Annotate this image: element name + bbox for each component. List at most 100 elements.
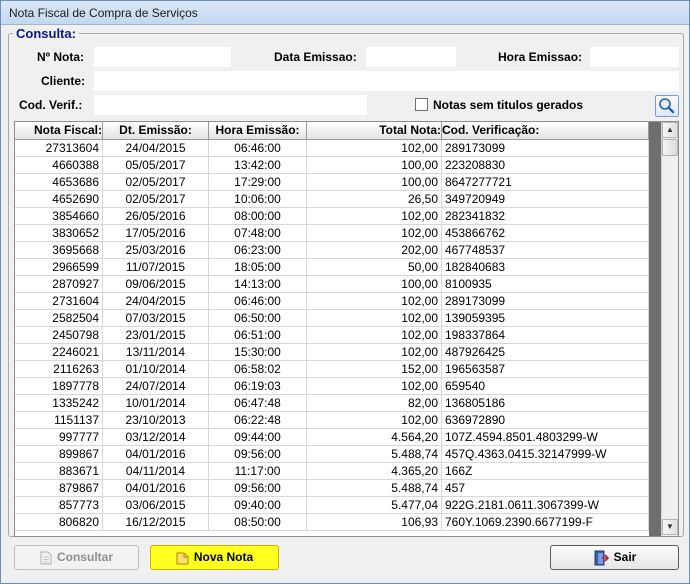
table-row[interactable]: 4653686 02/05/2017 17:29:00 100,00 864727772… <box>15 174 649 191</box>
table-row[interactable]: 899867 04/01/2016 09:56:00 5.488,74 457Q.436… <box>15 446 649 463</box>
table-row[interactable]: 27313604 24/04/2015 06:46:00 102,00 28917309… <box>15 140 649 157</box>
cod-verificacao-cell: 922G.2181.0611.3067399-W <box>442 497 649 514</box>
table-row[interactable]: 4660388 05/05/2017 13:42:00 100,00 223208830 <box>15 157 649 174</box>
dt-emissao-cell: 17/05/2016 <box>103 225 209 242</box>
nota-input[interactable] <box>94 47 231 67</box>
table-row[interactable]: 2246021 13/11/2014 15:30:00 102,00 487926425 <box>15 344 649 361</box>
consultar-button[interactable]: Consultar <box>14 545 139 570</box>
grid-header: Nota Fiscal: Dt. Emissão: Hora Emissão: … <box>15 122 649 140</box>
cod-verificacao-cell: 636972890 <box>442 412 649 429</box>
consultar-label: Consultar <box>56 550 113 564</box>
search-button[interactable] <box>655 95 679 117</box>
sair-label: Sair <box>613 550 637 564</box>
cod-verificacao-cell: 289173099 <box>442 293 649 310</box>
cliente-input[interactable] <box>94 71 679 91</box>
cod-verificacao-cell: 107Z.4594.8501.4803299-W <box>442 429 649 446</box>
table-row[interactable]: 1151137 23/10/2013 06:22:48 102,00 636972890 <box>15 412 649 429</box>
scroll-down-arrow-icon[interactable]: ▼ <box>662 519 678 535</box>
dt-emissao-cell: 02/05/2017 <box>103 174 209 191</box>
column-header-total-nota[interactable]: Total Nota: <box>307 122 442 140</box>
data-emissao-label: Data Emissao: <box>274 50 357 64</box>
notas-sem-titulos-checkbox[interactable] <box>415 98 428 111</box>
table-row[interactable]: 2966599 11/07/2015 18:05:00 50,00 182840683 <box>15 259 649 276</box>
nota-fiscal-cell: 2870927 <box>15 276 103 293</box>
cod-verificacao-cell: 8647277721 <box>442 174 649 191</box>
table-row[interactable]: 879867 04/01/2016 09:56:00 5.488,74 457 <box>15 480 649 497</box>
table-row[interactable]: 2870927 09/06/2015 14:13:00 100,00 8100935 <box>15 276 649 293</box>
table-row[interactable]: 857773 03/06/2015 09:40:00 5.477,04 922G.218… <box>15 497 649 514</box>
total-nota-cell: 102,00 <box>307 344 442 361</box>
nova-nota-button[interactable]: Nova Nota <box>150 545 279 570</box>
dt-emissao-cell: 25/03/2016 <box>103 242 209 259</box>
hora-emissao-cell: 07:48:00 <box>209 225 307 242</box>
dt-emissao-cell: 01/10/2014 <box>103 361 209 378</box>
hora-emissao-cell: 06:58:02 <box>209 361 307 378</box>
cod-verificacao-cell: 487926425 <box>442 344 649 361</box>
dt-emissao-cell: 04/01/2016 <box>103 446 209 463</box>
nova-nota-label: Nova Nota <box>193 550 254 564</box>
grid-gutter <box>649 122 661 536</box>
exit-door-icon <box>594 550 609 566</box>
total-nota-cell: 152,00 <box>307 361 442 378</box>
table-row[interactable]: 883671 04/11/2014 11:17:00 4.365,20 166Z <box>15 463 649 480</box>
consulta-legend: Consulta: <box>13 26 79 41</box>
notas-sem-titulos-label[interactable]: Notas sem titulos gerados <box>433 98 583 112</box>
dt-emissao-cell: 23/10/2013 <box>103 412 209 429</box>
cod-verif-input[interactable] <box>94 95 367 115</box>
cod-verificacao-cell: 282341832 <box>442 208 649 225</box>
table-row[interactable]: 1897778 24/07/2014 06:19:03 102,00 659540 <box>15 378 649 395</box>
table-row[interactable]: 997777 03/12/2014 09:44:00 4.564,20 107Z.459… <box>15 429 649 446</box>
hora-emissao-cell: 15:30:00 <box>209 344 307 361</box>
column-header-nota-fiscal[interactable]: Nota Fiscal: <box>15 122 103 140</box>
table-row[interactable]: 1335242 10/01/2014 06:47:48 82,00 136805186 <box>15 395 649 412</box>
table-row[interactable]: 2450798 23/01/2015 06:51:00 102,00 198337864 <box>15 327 649 344</box>
dt-emissao-cell: 24/04/2015 <box>103 140 209 157</box>
cod-verificacao-cell: 166Z <box>442 463 649 480</box>
hora-emissao-cell: 06:22:48 <box>209 412 307 429</box>
total-nota-cell: 102,00 <box>307 225 442 242</box>
total-nota-cell: 50,00 <box>307 259 442 276</box>
dt-emissao-cell: 24/07/2014 <box>103 378 209 395</box>
window-title: Nota Fiscal de Compra de Serviços <box>9 6 198 20</box>
dt-emissao-cell: 13/11/2014 <box>103 344 209 361</box>
sair-button[interactable]: Sair <box>550 545 679 570</box>
column-header-hora-emissao[interactable]: Hora Emissão: <box>209 122 307 140</box>
total-nota-cell: 202,00 <box>307 242 442 259</box>
table-row[interactable]: 2731604 24/04/2015 06:46:00 102,00 289173099 <box>15 293 649 310</box>
notas-grid[interactable]: Nota Fiscal: Dt. Emissão: Hora Emissão: … <box>14 121 679 537</box>
table-row[interactable]: 4652690 02/05/2017 10:06:00 26,50 349720949 <box>15 191 649 208</box>
hora-emissao-cell: 06:46:00 <box>209 140 307 157</box>
hora-emissao-cell: 09:56:00 <box>209 480 307 497</box>
column-header-dt-emissao[interactable]: Dt. Emissão: <box>103 122 209 140</box>
total-nota-cell: 102,00 <box>307 208 442 225</box>
total-nota-cell: 102,00 <box>307 293 442 310</box>
table-row[interactable]: 3830652 17/05/2016 07:48:00 102,00 453866762 <box>15 225 649 242</box>
cod-verificacao-cell: 349720949 <box>442 191 649 208</box>
table-row[interactable]: 2116263 01/10/2014 06:58:02 152,00 196563587 <box>15 361 649 378</box>
column-header-cod-verificacao[interactable]: Cod. Verificação: <box>442 122 649 140</box>
nota-fiscal-cell: 857773 <box>15 497 103 514</box>
cliente-label: Cliente: <box>41 74 86 88</box>
dt-emissao-cell: 07/03/2015 <box>103 310 209 327</box>
cod-verificacao-cell: 223208830 <box>442 157 649 174</box>
total-nota-cell: 100,00 <box>307 157 442 174</box>
table-row[interactable]: 3854660 26/05/2016 08:00:00 102,00 282341832 <box>15 208 649 225</box>
hora-emissao-cell: 08:50:00 <box>209 514 307 531</box>
cod-verificacao-cell: 457Q.4363.0415.32147999-W <box>442 446 649 463</box>
scroll-up-arrow-icon[interactable]: ▲ <box>662 122 678 138</box>
dt-emissao-cell: 23/01/2015 <box>103 327 209 344</box>
table-row[interactable]: 3695668 25/03/2016 06:23:00 202,00 467748537 <box>15 242 649 259</box>
cod-verificacao-cell: 457 <box>442 480 649 497</box>
title-bar[interactable]: Nota Fiscal de Compra de Serviços <box>1 1 689 25</box>
scroll-thumb[interactable] <box>662 139 678 156</box>
dt-emissao-cell: 11/07/2015 <box>103 259 209 276</box>
vertical-scrollbar[interactable]: ▲ ▼ <box>661 122 678 536</box>
dt-emissao-cell: 03/12/2014 <box>103 429 209 446</box>
hora-emissao-input[interactable] <box>590 47 679 67</box>
cod-verif-label: Cod. Verif.: <box>19 98 83 112</box>
cod-verificacao-cell: 659540 <box>442 378 649 395</box>
total-nota-cell: 26,50 <box>307 191 442 208</box>
table-row[interactable]: 2582504 07/03/2015 06:50:00 102,00 139059395 <box>15 310 649 327</box>
table-row[interactable]: 806820 16/12/2015 08:50:00 106,93 760Y.1069.… <box>15 514 649 531</box>
data-emissao-input[interactable] <box>366 47 456 67</box>
